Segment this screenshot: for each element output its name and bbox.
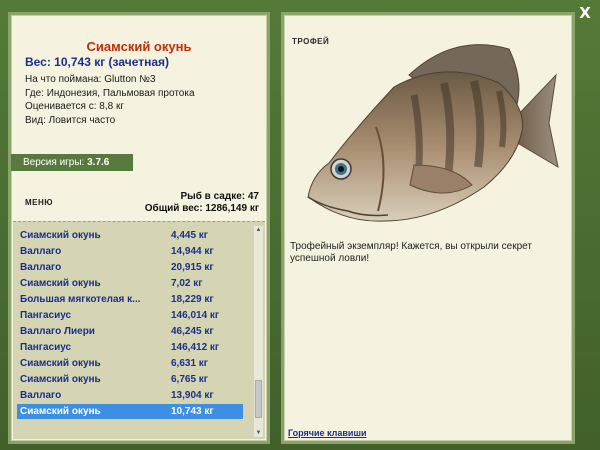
trophy-description: Трофейный экземпляр! Кажется, вы открыли… (290, 241, 532, 264)
fish-list-name: Валлаго Лиери (20, 326, 95, 337)
detail-frequency: Вид: Ловится часто (25, 114, 116, 126)
fish-list-weight: 7,02 кг (171, 278, 203, 289)
total-weight: Общий вес: 1286,149 кг (144, 203, 259, 214)
fish-list-row[interactable]: Валлаго 20,915 кг (17, 260, 243, 275)
fish-list-row[interactable]: Пангасиус 146,014 кг (17, 308, 243, 323)
fish-details: На что поймана: Glutton №3 Где: Индонези… (25, 73, 195, 127)
fish-list-name: Сиамский окунь (20, 278, 101, 289)
detail-bait: На что поймана: Glutton №3 (25, 74, 156, 85)
fish-list-weight: 6,631 кг (171, 358, 208, 369)
fish-image (307, 44, 559, 222)
fish-count: Рыб в садке: 47 (180, 191, 259, 202)
fish-list-row[interactable]: Сиамский окунь 4,445 кг (17, 228, 243, 243)
trophy-panel: ТРОФЕЙ Трофейный экземпляр! Кажется, вы … (281, 12, 575, 444)
scroll-thumb[interactable] (255, 380, 262, 418)
fish-list-row[interactable]: Большая мягкотелая к... 18,229 кг (17, 292, 243, 307)
close-button[interactable]: X (578, 4, 592, 22)
fish-list-weight: 18,229 кг (171, 294, 214, 305)
scroll-down-icon[interactable]: ▼ (254, 429, 263, 437)
keepnet-stats: Рыб в садке: 47 Общий вес: 1286,149 кг (145, 191, 259, 215)
fish-list[interactable]: Сиамский окунь 4,445 кг Валлаго 14,944 кг Ва… (13, 221, 265, 439)
fish-list-row[interactable]: Валлаго 13,904 кг (17, 388, 243, 403)
fish-list-weight: 14,944 кг (171, 246, 214, 257)
fish-list-row[interactable]: Сиамский окунь 7,02 кг (17, 276, 243, 291)
fish-list-name: Пангасиус (20, 342, 72, 353)
fish-list-weight: 6,765 кг (171, 374, 208, 385)
fish-list-name: Сиамский окунь (20, 374, 101, 385)
catch-info-panel: Сиамский окунь Вес: 10,743 кг (зачетная)… (8, 12, 270, 444)
scroll-up-icon[interactable]: ▲ (254, 226, 263, 234)
fish-weight: Вес: 10,743 кг (зачетная) (25, 55, 170, 69)
fish-list-name: Валлаго (20, 246, 62, 257)
menu-button[interactable]: МЕНЮ (25, 198, 53, 207)
fish-list-name: Сиамский окунь (20, 358, 101, 369)
fish-list-row[interactable]: Сиамский окунь 6,631 кг (17, 356, 243, 371)
fish-list-weight: 13,904 кг (171, 390, 214, 401)
fish-list-name: Сиамский окунь (20, 230, 101, 241)
fish-list-weight: 10,743 кг (171, 406, 214, 417)
detail-record-threshold: Оценивается с: 8,8 кг (25, 101, 124, 112)
fish-list-weight: 4,445 кг (171, 230, 208, 241)
fish-list-weight: 146,014 кг (171, 310, 220, 321)
fish-list-name: Сиамский окунь (20, 406, 101, 417)
fish-list-row[interactable]: Сиамский окунь 6,765 кг (17, 372, 243, 387)
fish-list-name: Большая мягкотелая к... (20, 294, 141, 305)
fish-list-row[interactable]: Валлаго Лиери 46,245 кг (17, 324, 243, 339)
fish-title: Сиамский окунь (86, 39, 192, 54)
fish-list-weight: 146,412 кг (171, 342, 220, 353)
fish-list-weight: 20,915 кг (171, 262, 214, 273)
fish-list-weight: 46,245 кг (171, 326, 214, 337)
list-scrollbar[interactable]: ▲ ▼ (254, 226, 263, 437)
fish-list-row[interactable]: Сиамский окунь 10,743 кг (17, 404, 243, 419)
version-label: Версия игры: (23, 157, 85, 168)
fish-list-row[interactable]: Пангасиус 146,412 кг (17, 340, 243, 355)
detail-location: Где: Индонезия, Пальмовая протока (25, 87, 195, 99)
version-badge: Версия игры: 3.7.6 (11, 154, 133, 171)
fish-list-name: Пангасиус (20, 310, 72, 321)
hotkeys-link[interactable]: Горячие клавиши (288, 428, 366, 438)
fish-list-name: Валлаго (20, 390, 62, 401)
version-value: 3.7.6 (87, 157, 110, 168)
fish-list-name: Валлаго (20, 262, 62, 273)
fish-list-row[interactable]: Валлаго 14,944 кг (17, 244, 243, 259)
